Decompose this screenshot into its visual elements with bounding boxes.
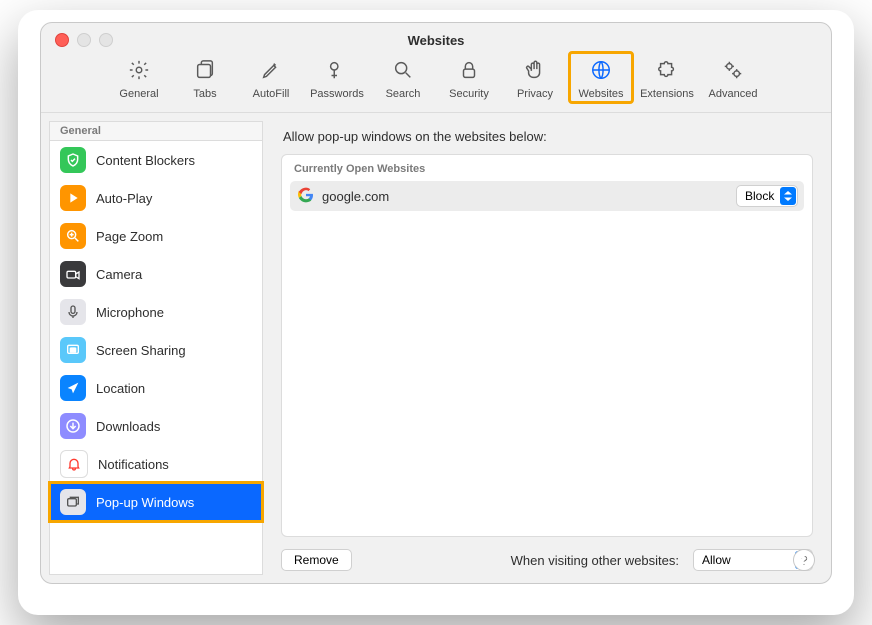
website-list: Currently Open Websites google.com Block xyxy=(281,154,813,537)
website-domain: google.com xyxy=(322,189,389,204)
window-title: Websites xyxy=(41,33,831,48)
sidebar-item-content-blockers[interactable]: Content Blockers xyxy=(50,141,262,179)
sidebar-item-location[interactable]: Location xyxy=(50,369,262,407)
sidebar-item-label: Screen Sharing xyxy=(96,343,186,358)
sidebar-item-label: Downloads xyxy=(96,419,160,434)
footer: Remove When visiting other websites: All… xyxy=(281,549,813,571)
globe-icon xyxy=(590,59,612,84)
play-icon xyxy=(60,185,86,211)
tab-advanced[interactable]: Advanced xyxy=(704,57,762,100)
sidebar-item-label: Pop-up Windows xyxy=(96,495,194,510)
sidebar-item-label: Auto-Play xyxy=(96,191,152,206)
main-panel: Allow pop-up windows on the websites bel… xyxy=(263,113,831,583)
sidebar-item-popup-windows[interactable]: Pop-up Windows xyxy=(50,483,262,521)
tab-label: Security xyxy=(449,88,489,100)
row-setting-select[interactable]: Block xyxy=(736,185,798,207)
help-button[interactable]: ? xyxy=(793,549,815,571)
tab-label: General xyxy=(119,88,158,100)
tabs-icon xyxy=(194,59,216,84)
tab-label: Websites xyxy=(578,88,623,100)
sidebar-item-microphone[interactable]: Microphone xyxy=(50,293,262,331)
tab-search[interactable]: Search xyxy=(374,57,432,100)
sidebar-item-label: Microphone xyxy=(96,305,164,320)
help-glyph: ? xyxy=(800,553,807,568)
bell-icon xyxy=(60,450,88,478)
lock-icon xyxy=(458,59,480,84)
tab-general[interactable]: General xyxy=(110,57,168,100)
tab-label: Privacy xyxy=(517,88,553,100)
gear-icon xyxy=(128,59,150,84)
tab-websites[interactable]: Websites xyxy=(572,57,630,100)
sidebar-item-label: Content Blockers xyxy=(96,153,195,168)
sidebar-item-label: Notifications xyxy=(98,457,169,472)
sidebar-header: General xyxy=(50,122,262,141)
tab-autofill[interactable]: AutoFill xyxy=(242,57,300,100)
sidebar-item-label: Camera xyxy=(96,267,142,282)
sidebar: General Content Blockers Auto-Play Page … xyxy=(49,121,263,575)
list-header: Currently Open Websites xyxy=(282,155,812,181)
other-websites-label: When visiting other websites: xyxy=(511,553,679,568)
sidebar-item-notifications[interactable]: Notifications xyxy=(50,445,262,483)
key-icon xyxy=(326,59,348,84)
sidebar-item-downloads[interactable]: Downloads xyxy=(50,407,262,445)
camera-icon xyxy=(60,261,86,287)
row-setting-value[interactable]: Block xyxy=(736,185,798,207)
tab-passwords[interactable]: Passwords xyxy=(308,57,366,100)
website-row[interactable]: google.com Block xyxy=(290,181,804,211)
hand-icon xyxy=(524,59,546,84)
tab-privacy[interactable]: Privacy xyxy=(506,57,564,100)
tab-tabs[interactable]: Tabs xyxy=(176,57,234,100)
main-heading: Allow pop-up windows on the websites bel… xyxy=(283,129,811,144)
shield-check-icon xyxy=(60,147,86,173)
titlebar: Websites xyxy=(41,23,831,57)
prefs-toolbar: General Tabs AutoFill Passwords Search S… xyxy=(41,57,831,113)
download-icon xyxy=(60,413,86,439)
search-icon xyxy=(392,59,414,84)
sidebar-item-screen-sharing[interactable]: Screen Sharing xyxy=(50,331,262,369)
sidebar-item-label: Location xyxy=(96,381,145,396)
gears-icon xyxy=(722,59,744,84)
tab-label: Extensions xyxy=(640,88,694,100)
sidebar-item-auto-play[interactable]: Auto-Play xyxy=(50,179,262,217)
location-arrow-icon xyxy=(60,375,86,401)
sidebar-item-page-zoom[interactable]: Page Zoom xyxy=(50,217,262,255)
remove-button[interactable]: Remove xyxy=(281,549,352,571)
tab-label: Passwords xyxy=(310,88,364,100)
tab-extensions[interactable]: Extensions xyxy=(638,57,696,100)
sidebar-item-label: Page Zoom xyxy=(96,229,163,244)
microphone-icon xyxy=(60,299,86,325)
tab-label: AutoFill xyxy=(253,88,290,100)
pencil-icon xyxy=(260,59,282,84)
window-stack-icon xyxy=(60,489,86,515)
tab-label: Search xyxy=(386,88,421,100)
tab-label: Advanced xyxy=(709,88,758,100)
sidebar-item-camera[interactable]: Camera xyxy=(50,255,262,293)
screen-share-icon xyxy=(60,337,86,363)
preferences-window: Websites General Tabs AutoFill Passwords xyxy=(40,22,832,584)
puzzle-icon xyxy=(656,59,678,84)
zoom-in-icon xyxy=(60,223,86,249)
tab-label: Tabs xyxy=(193,88,216,100)
google-favicon-icon xyxy=(298,187,314,206)
tab-security[interactable]: Security xyxy=(440,57,498,100)
